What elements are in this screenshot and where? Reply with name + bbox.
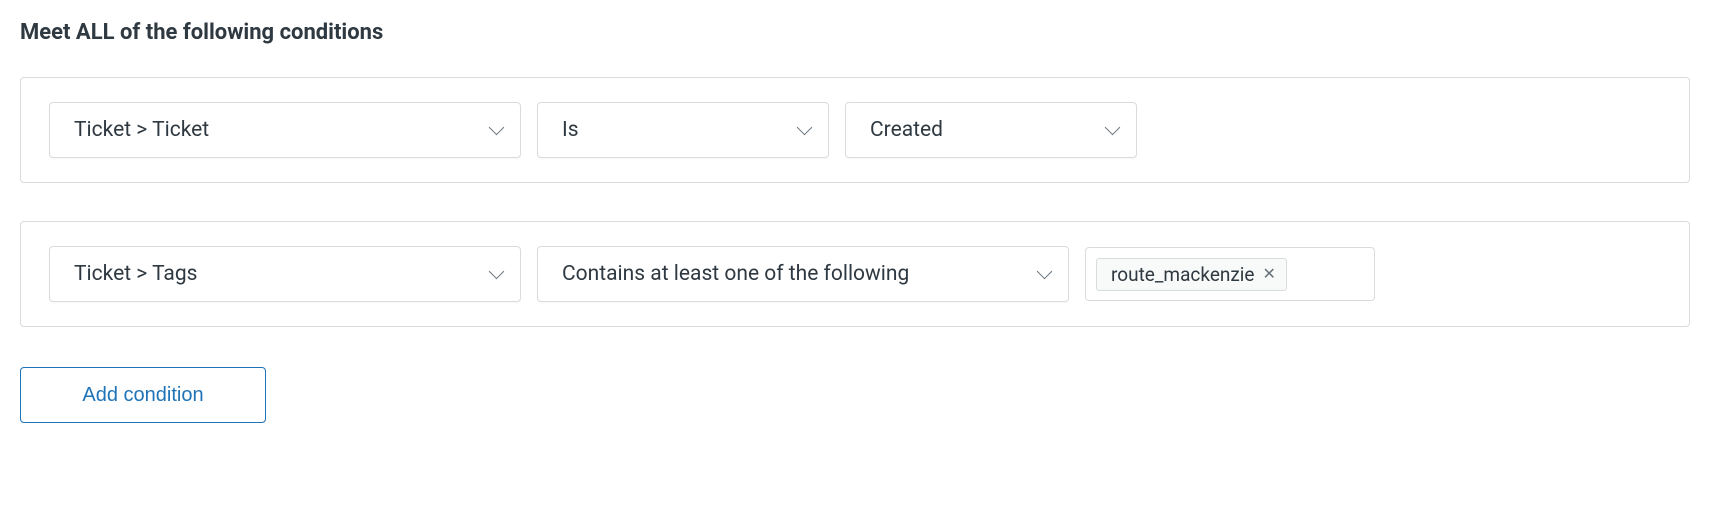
- chevron-down-icon: [490, 267, 504, 281]
- condition-value-select[interactable]: Created: [845, 102, 1137, 158]
- add-condition-label: Add condition: [82, 384, 203, 407]
- condition-operator-label: Contains at least one of the following: [562, 262, 909, 286]
- conditions-section: Meet ALL of the following conditions Tic…: [20, 20, 1690, 423]
- close-icon[interactable]: ✕: [1263, 266, 1276, 282]
- tag-chip: route_mackenzie ✕: [1096, 258, 1287, 291]
- section-title: Meet ALL of the following conditions: [20, 20, 1690, 45]
- condition-field-label: Ticket > Tags: [74, 262, 198, 286]
- chevron-down-icon: [490, 123, 504, 137]
- condition-row: Ticket > Ticket Is Created: [20, 77, 1690, 183]
- condition-operator-select[interactable]: Contains at least one of the following: [537, 246, 1069, 302]
- condition-operator-label: Is: [562, 118, 579, 142]
- condition-value-label: Created: [870, 118, 943, 142]
- condition-operator-select[interactable]: Is: [537, 102, 829, 158]
- tag-chip-label: route_mackenzie: [1111, 263, 1255, 286]
- chevron-down-icon: [1038, 267, 1052, 281]
- add-condition-button[interactable]: Add condition: [20, 367, 266, 423]
- condition-field-select[interactable]: Ticket > Ticket: [49, 102, 521, 158]
- condition-field-label: Ticket > Ticket: [74, 118, 209, 142]
- condition-field-select[interactable]: Ticket > Tags: [49, 246, 521, 302]
- chevron-down-icon: [1106, 123, 1120, 137]
- condition-row: Ticket > Tags Contains at least one of t…: [20, 221, 1690, 327]
- condition-tag-input[interactable]: route_mackenzie ✕: [1085, 247, 1375, 301]
- chevron-down-icon: [798, 123, 812, 137]
